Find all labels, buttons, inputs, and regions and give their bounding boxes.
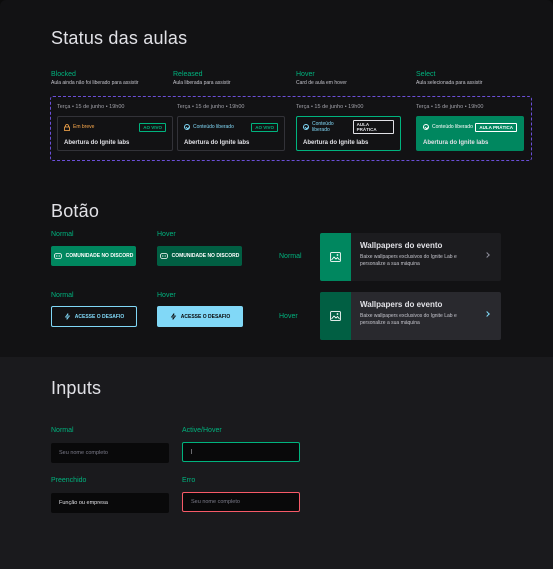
input-placeholder: Seu nome completo (191, 499, 240, 505)
challenge-button-hover[interactable]: ACESSE O DESAFIO (157, 306, 243, 327)
lesson-date: Terça • 15 de junho • 19h00 (177, 104, 245, 110)
discord-button-label: COMUNIDADE NO DISCORD (171, 253, 240, 259)
lesson-title: Abertura do Ignite labs (423, 140, 489, 146)
column-sub: Aula ainda não foi liberado para assisti… (51, 80, 139, 86)
lesson-date: Terça • 15 de junho • 19h00 (416, 104, 484, 110)
check-circle-icon (423, 124, 429, 130)
wallpaper-card-title: Wallpapers do evento (360, 241, 443, 250)
column-blocked: Blocked Aula ainda não foi liberado para… (51, 71, 139, 86)
column-sub: Aula selecionada para assistir (416, 80, 483, 86)
lesson-card-released[interactable]: Conteúdo liberado AO VIVO Abertura do Ig… (177, 116, 285, 151)
lesson-badge: AO VIVO (251, 122, 278, 132)
discord-icon (53, 253, 62, 259)
lesson-status: Em breve (73, 124, 95, 130)
image-icon (330, 311, 341, 321)
column-head: Released (173, 71, 203, 78)
check-circle-icon (303, 124, 309, 130)
column-select: Select Aula selecionada para assistir (416, 71, 482, 86)
lesson-title: Abertura do Ignite labs (184, 140, 250, 146)
lesson-card-hover[interactable]: Conteúdo liberado AULA PRÁTICA Abertura … (296, 116, 401, 151)
hover-label: Hover (157, 231, 176, 238)
input-error-label: Erro (182, 477, 196, 484)
lesson-card-selected[interactable]: Conteúdo liberado AULA PRÁTICA Abertura … (416, 116, 524, 151)
lesson-badge: AULA PRÁTICA (352, 120, 394, 134)
check-circle-icon (184, 124, 190, 130)
discord-icon (159, 253, 168, 259)
role-input-filled[interactable]: Função ou empresa (51, 493, 169, 513)
lesson-date: Terça • 15 de junho • 19h00 (296, 104, 364, 110)
wallpaper-card-description: Baixe wallpapers exclusivos do Ignite La… (360, 313, 457, 327)
input-normal-label: Normal (51, 427, 74, 434)
lesson-title: Abertura do Ignite labs (303, 140, 369, 146)
chevron-right-icon (484, 311, 490, 317)
button-section-title: Botão (51, 201, 100, 221)
hover-label: Hover (157, 292, 176, 299)
name-input-normal[interactable]: Seu nome completo (51, 443, 169, 463)
discord-button-label: COMUNIDADE NO DISCORD (65, 253, 134, 259)
column-hover: Hover Card de aula em hover (296, 71, 347, 86)
lesson-title: Abertura do Ignite labs (64, 140, 130, 146)
lightning-icon (170, 313, 176, 320)
lesson-badge: AO VIVO (139, 122, 166, 132)
input-caret: | (191, 449, 193, 455)
normal-label: Normal (51, 231, 74, 238)
challenge-button-label: ACESSE O DESAFIO (180, 313, 231, 320)
lesson-status: Conteúdo liberado (311, 121, 334, 133)
hover-label: Hover (279, 313, 298, 320)
lightning-icon (64, 313, 70, 320)
wallpaper-card-hover[interactable]: Wallpapers do evento Baixe wallpapers ex… (320, 292, 501, 340)
inputs-section-title: Inputs (51, 378, 102, 398)
challenge-button[interactable]: ACESSE O DESAFIO (51, 306, 137, 327)
name-input-error[interactable]: Seu nome completo (182, 492, 300, 512)
wallpaper-card-description: Baixe wallpapers exclusivos do Ignite La… (360, 254, 457, 268)
column-head: Hover (296, 71, 315, 78)
challenge-button-label: ACESSE O DESAFIO (74, 313, 125, 320)
lesson-badge: AULA PRÁTICA (475, 122, 517, 132)
input-value: Função ou empresa (59, 500, 108, 506)
normal-label: Normal (51, 292, 74, 299)
discord-button-hover[interactable]: COMUNIDADE NO DISCORD (157, 246, 242, 266)
wallpaper-card[interactable]: Wallpapers do evento Baixe wallpapers ex… (320, 233, 501, 281)
column-sub: Card de aula em hover (296, 80, 347, 86)
lesson-status: Conteúdo liberado (432, 124, 473, 130)
column-head: Select (416, 71, 436, 78)
wallpaper-card-icon-area (320, 292, 351, 340)
column-sub: Aula liberada para assistir (173, 80, 231, 86)
discord-button[interactable]: COMUNIDADE NO DISCORD (51, 246, 136, 266)
wallpaper-card-icon-area (320, 233, 351, 281)
normal-label: Normal (279, 253, 302, 260)
lesson-status: Conteúdo liberado (193, 124, 234, 130)
lesson-date: Terça • 15 de junho • 19h00 (57, 104, 125, 110)
input-active-label: Active/Hover (182, 427, 222, 434)
column-released: Released Aula liberada para assistir (173, 71, 231, 86)
input-filled-label: Preenchido (51, 477, 87, 484)
lesson-card-blocked[interactable]: Em breve AO VIVO Abertura do Ignite labs (57, 116, 173, 151)
chevron-right-icon (484, 252, 490, 258)
status-section-title: Status das aulas (51, 28, 188, 48)
lock-icon (64, 123, 70, 131)
name-input-active[interactable]: | (182, 442, 300, 462)
image-icon (330, 252, 341, 262)
column-head: Blocked (51, 71, 76, 78)
input-placeholder: Seu nome completo (59, 450, 108, 456)
wallpaper-card-title: Wallpapers do evento (360, 300, 443, 309)
